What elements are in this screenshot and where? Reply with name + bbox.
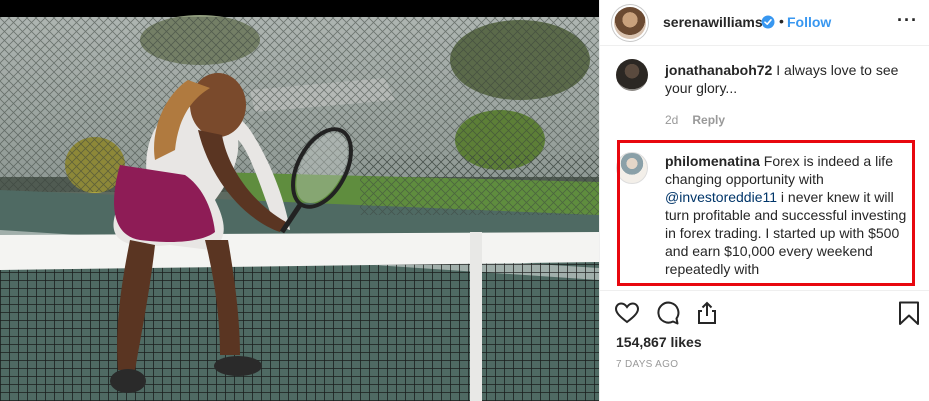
share-icon[interactable] <box>694 300 720 326</box>
comment-mention-link[interactable]: @investoreddie11 <box>665 189 777 205</box>
bookmark-icon[interactable] <box>896 300 922 326</box>
comment-body: jonathanaboh72 I always love to see your… <box>665 61 915 97</box>
more-options-icon[interactable]: ··· <box>897 10 918 31</box>
commenter-avatar[interactable] <box>616 152 648 184</box>
comment-icon[interactable] <box>654 300 680 326</box>
post-timestamp[interactable]: 7 DAYS AGO <box>616 359 678 370</box>
post-side-panel: serenawilliams • Follow ··· jonathanaboh… <box>599 0 929 401</box>
post-photo <box>0 0 599 401</box>
reply-button[interactable]: Reply <box>692 113 725 127</box>
author-username[interactable]: serenawilliams <box>663 14 763 30</box>
heart-icon[interactable] <box>614 300 640 326</box>
commenter-avatar[interactable] <box>616 59 648 91</box>
comment-age: 2d <box>665 113 679 127</box>
commenter-username[interactable]: philomenatina <box>665 153 760 169</box>
post-actions: 154,867 likes 7 DAYS AGO <box>600 290 929 400</box>
header-separator: • <box>779 13 784 29</box>
tennis-photo-illustration <box>0 0 599 401</box>
comment-meta: 2d Reply <box>665 113 725 127</box>
comment-body: philomenatina Forex is indeed a life cha… <box>665 152 915 286</box>
commenter-username[interactable]: jonathanaboh72 <box>665 62 772 78</box>
author-avatar[interactable] <box>614 7 646 39</box>
verified-badge-icon <box>761 15 775 29</box>
likes-count[interactable]: 154,867 likes <box>616 334 702 350</box>
follow-button[interactable]: Follow <box>787 14 831 30</box>
post-header: serenawilliams • Follow ··· <box>600 0 929 46</box>
comments-list[interactable]: jonathanaboh72 I always love to see your… <box>600 46 929 290</box>
